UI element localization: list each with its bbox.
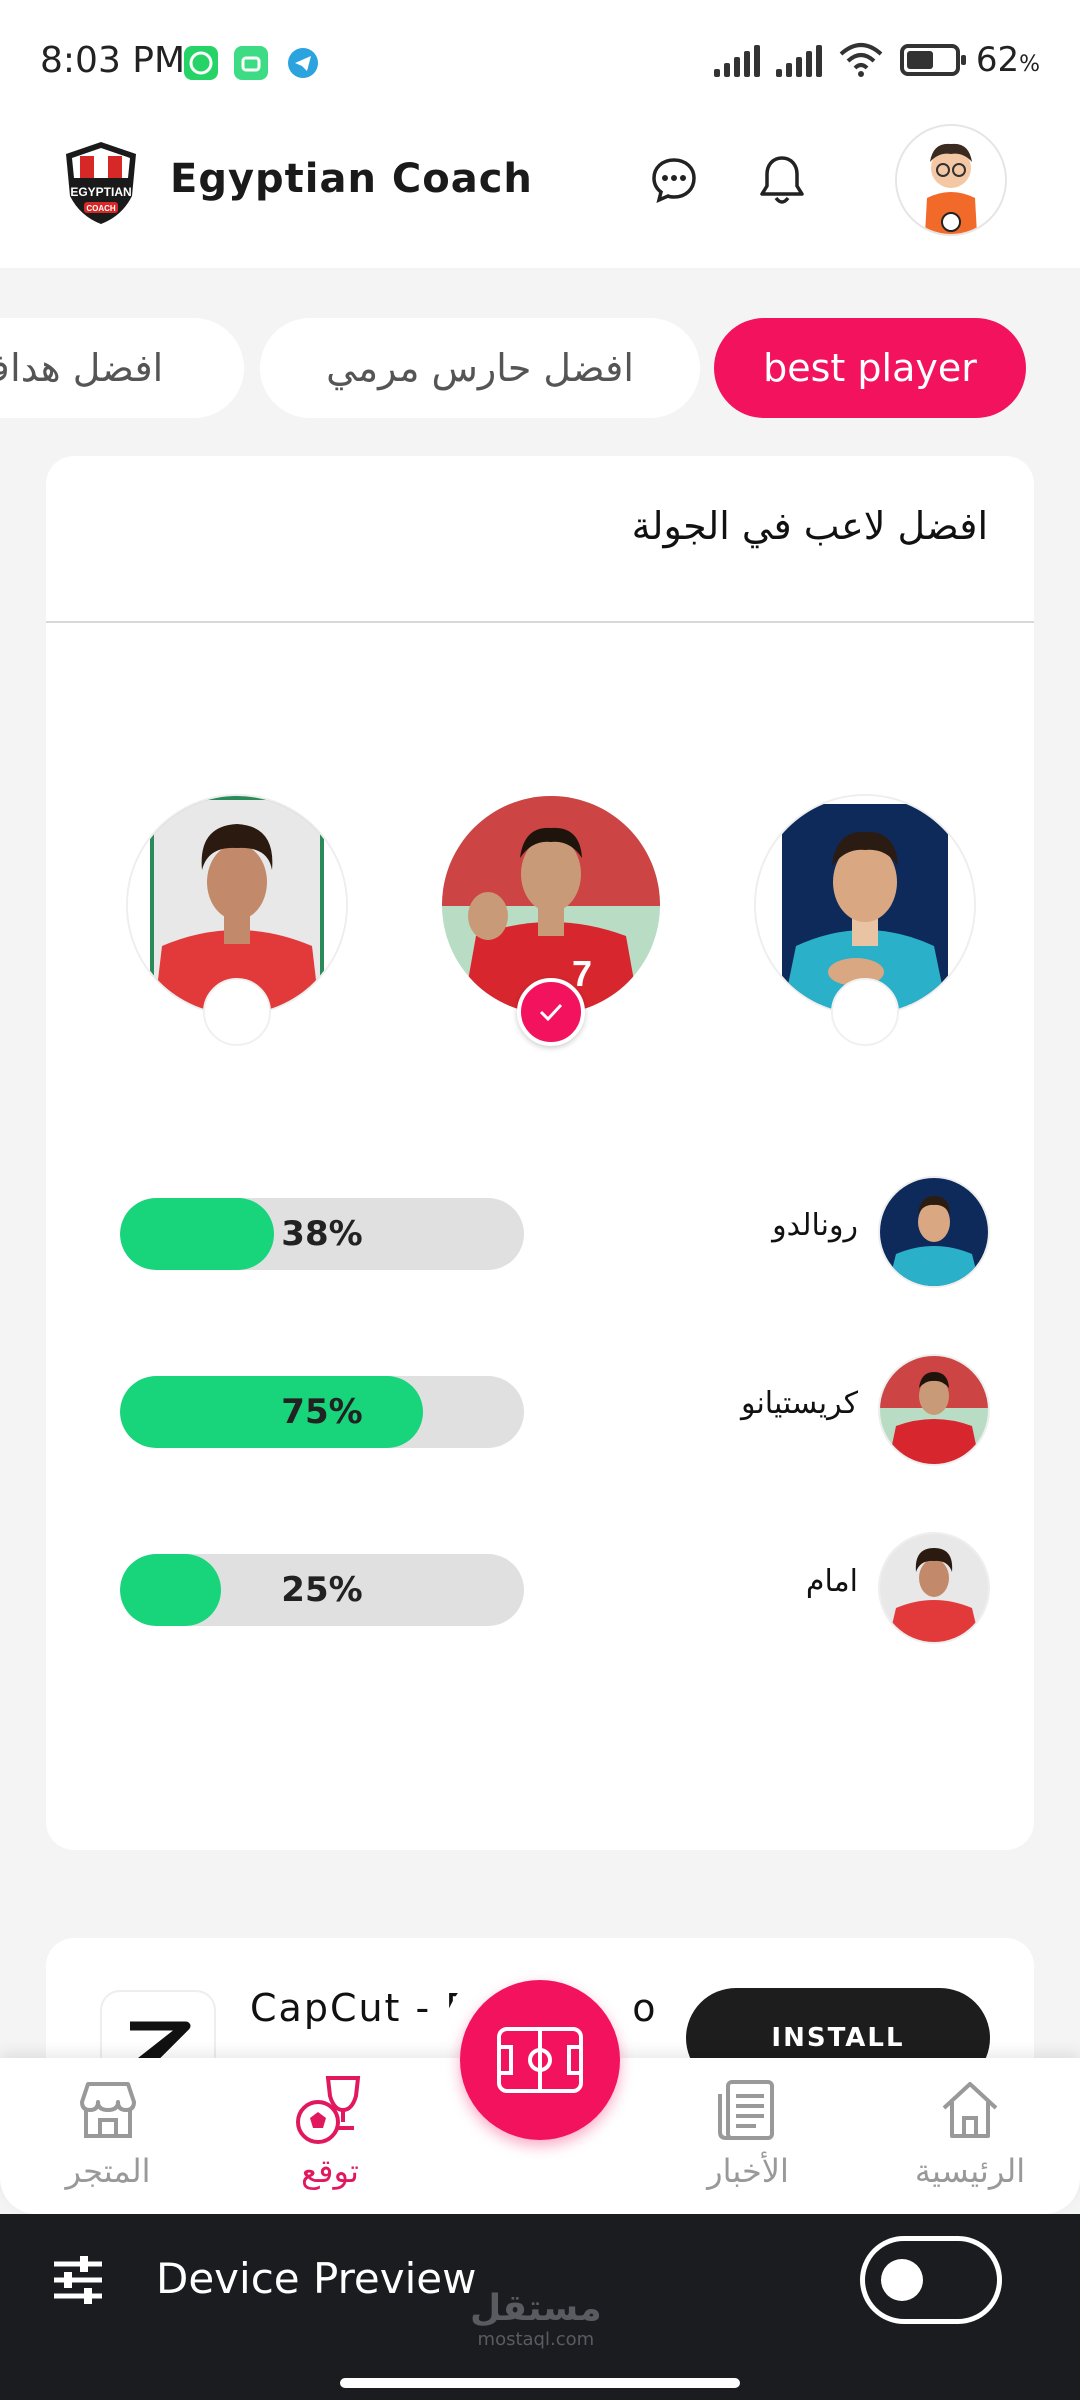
profile-avatar[interactable] xyxy=(895,124,1007,236)
battery-icon xyxy=(899,44,966,76)
radio-emam[interactable] xyxy=(203,978,271,1046)
percent-label: 25% xyxy=(281,1570,363,1610)
app-logo: EGYPTIAN COACH xyxy=(56,138,146,228)
radio-ronaldo[interactable] xyxy=(831,978,899,1046)
app-header: EGYPTIAN COACH Egyptian Coach xyxy=(0,124,1080,268)
radio-cristiano[interactable] xyxy=(517,978,585,1046)
avatar-cartoon-icon xyxy=(897,126,1005,234)
tab-best-player[interactable]: best player xyxy=(714,318,1026,418)
home-icon xyxy=(942,2082,998,2138)
result-row: 75% كريستيانو xyxy=(46,1356,1034,1466)
result-row: 25% امام xyxy=(46,1534,1034,1644)
sliders-icon[interactable] xyxy=(50,2252,106,2308)
store-icon xyxy=(80,2082,136,2138)
nav-store[interactable]: المتجر xyxy=(18,2072,198,2212)
football-pitch-icon xyxy=(497,2027,583,2093)
progress-bar: 38% xyxy=(120,1198,524,1270)
app-title: Egyptian Coach xyxy=(170,156,533,202)
newspaper-icon xyxy=(718,2080,774,2140)
device-preview-toggle[interactable] xyxy=(860,2236,1002,2324)
nav-home[interactable]: الرئيسية xyxy=(880,2072,1060,2212)
status-time: 8:03 PM xyxy=(40,40,186,81)
battery-percent: 62% xyxy=(975,40,1040,80)
trophy-ball-icon xyxy=(296,2076,361,2144)
chat-icon xyxy=(652,158,696,204)
notifications-button[interactable] xyxy=(750,148,814,212)
progress-bar: 75% xyxy=(120,1376,524,1448)
mostaql-watermark: مستقل mostaql.com xyxy=(470,2288,602,2350)
check-icon xyxy=(539,1003,563,1022)
tab-best-goalkeeper[interactable]: افضل حارس مرمي xyxy=(260,318,700,418)
percent-label: 75% xyxy=(281,1392,363,1432)
predict-fab[interactable] xyxy=(460,1980,620,2140)
home-indicator xyxy=(340,2378,740,2388)
nav-news[interactable]: الأخبار xyxy=(658,2072,838,2212)
tab-top-scorer[interactable]: افضل هداف xyxy=(0,318,244,418)
divider xyxy=(46,621,1034,623)
result-name: كريستيانو xyxy=(740,1386,858,1421)
result-name: امام xyxy=(805,1564,858,1599)
progress-bar: 25% xyxy=(120,1554,524,1626)
chat-button[interactable] xyxy=(642,148,706,212)
bell-icon xyxy=(760,156,804,204)
result-row: 38% رونالدو xyxy=(46,1178,1034,1288)
category-tabs: best player افضل حارس مرمي افضل هداف xyxy=(0,318,1080,422)
status-bar: 8:03 PM 62% xyxy=(0,0,1080,128)
android-icon xyxy=(234,46,268,80)
wifi-icon xyxy=(839,43,883,77)
percent-label: 38% xyxy=(281,1214,363,1254)
result-thumb-cristiano xyxy=(880,1356,988,1464)
device-preview-label: Device Preview xyxy=(156,2254,477,2303)
result-thumb-emam xyxy=(880,1534,988,1642)
result-thumb-ronaldo xyxy=(880,1178,988,1286)
nav-predict[interactable]: توقع xyxy=(240,2072,420,2212)
poll-title: افضل لاعب في الجولة xyxy=(631,504,988,548)
signal-icon-2 xyxy=(775,43,822,77)
device-preview-bar: Device Preview مستقل mostaql.com xyxy=(0,2214,1080,2400)
whatsapp-icon xyxy=(184,46,218,80)
result-name: رونالدو xyxy=(772,1208,858,1243)
poll-card: افضل لاعب في الجولة 7 38% رونالدو 75% كر… xyxy=(46,456,1034,1850)
svg-text:EGYPTIAN: EGYPTIAN xyxy=(70,185,131,199)
toggle-knob xyxy=(881,2259,923,2301)
telegram-icon xyxy=(286,46,320,80)
signal-icon xyxy=(713,43,760,77)
svg-text:COACH: COACH xyxy=(86,204,116,213)
